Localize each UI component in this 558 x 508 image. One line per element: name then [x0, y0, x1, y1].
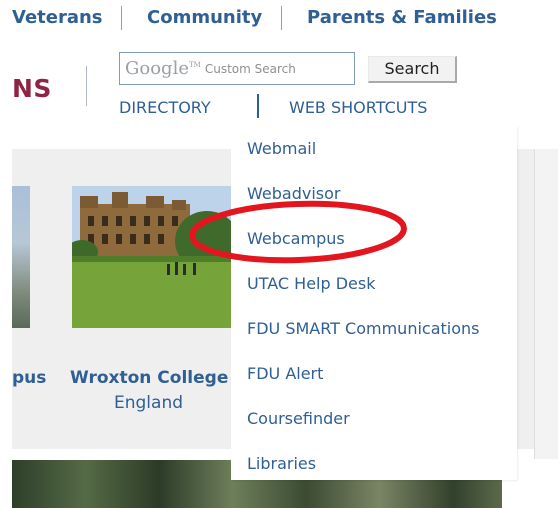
site-logo-text[interactable]: NS: [12, 74, 52, 103]
menu-item-webcampus[interactable]: Webcampus: [247, 229, 345, 248]
wroxton-caption-subtitle: England: [114, 393, 184, 413]
menu-item-libraries[interactable]: Libraries: [247, 454, 316, 473]
top-navigation: Veterans Community Parents & Families: [0, 0, 558, 36]
menu-item-fdu-smart-communications[interactable]: FDU SMART Communications: [247, 319, 479, 338]
search-input[interactable]: GoogleTM Custom Search: [119, 52, 355, 85]
web-shortcuts-link[interactable]: WEB SHORTCUTS: [289, 98, 427, 117]
nav-item-veterans[interactable]: Veterans: [12, 7, 103, 28]
wroxton-caption-title[interactable]: Wroxton College: [70, 368, 228, 388]
nav-item-community[interactable]: Community: [147, 7, 262, 28]
menu-item-webmail[interactable]: Webmail: [247, 139, 316, 158]
nav-item-parents-families[interactable]: Parents & Families: [307, 7, 497, 28]
right-panel-edge: [534, 149, 558, 459]
nav-separator: [281, 6, 282, 30]
wroxton-college-image[interactable]: [72, 186, 234, 328]
nav-separator: [121, 6, 122, 30]
header-divider: [86, 66, 87, 106]
campus-thumbnail-image[interactable]: [12, 186, 30, 328]
menu-item-utac-help-desk[interactable]: UTAC Help Desk: [247, 274, 376, 293]
web-shortcuts-dropdown: Webmail Webadvisor Webcampus UTAC Help D…: [231, 126, 517, 480]
menu-item-fdu-alert[interactable]: FDU Alert: [247, 364, 323, 383]
google-logo: GoogleTM: [125, 57, 201, 79]
campus-caption[interactable]: pus: [12, 368, 46, 388]
menu-item-webadvisor[interactable]: Webadvisor: [247, 184, 340, 203]
sublink-separator: [257, 94, 259, 118]
directory-link[interactable]: DIRECTORY: [119, 98, 211, 117]
search-button[interactable]: Search: [368, 56, 457, 83]
wroxton-photo: [72, 186, 234, 328]
menu-item-coursefinder[interactable]: Coursefinder: [247, 409, 350, 428]
search-placeholder: Custom Search: [204, 61, 296, 76]
